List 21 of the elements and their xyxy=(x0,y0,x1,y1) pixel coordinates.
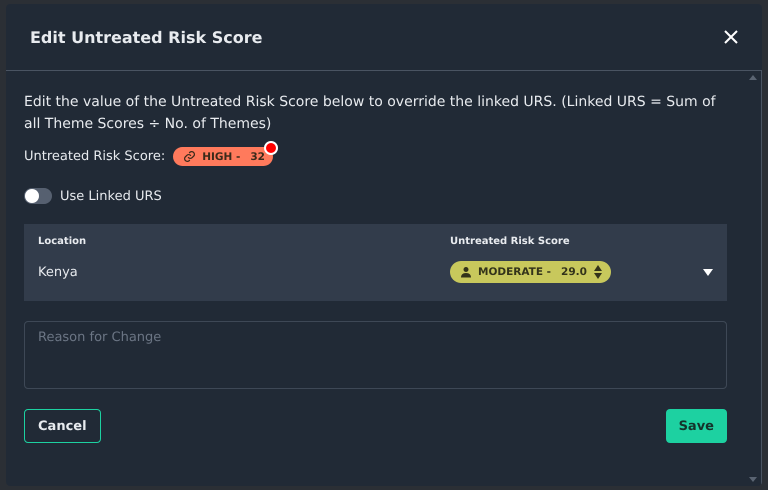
risk-score: 29.0 xyxy=(561,266,587,278)
link-icon xyxy=(183,150,196,163)
cancel-button[interactable]: Cancel xyxy=(24,409,101,443)
score-label: Untreated Risk Score: xyxy=(24,149,166,164)
dialog-title: Edit Untreated Risk Score xyxy=(30,28,262,46)
risk-level: HIGH - xyxy=(202,150,240,162)
scroll-down-icon[interactable] xyxy=(749,477,757,482)
reason-field[interactable]: Reason for Change xyxy=(24,321,727,389)
column-header: Untreated Risk Score xyxy=(450,236,571,247)
expand-icon[interactable] xyxy=(703,268,713,276)
toggle-label: Use Linked URS xyxy=(60,188,162,204)
person-icon xyxy=(460,266,472,278)
description-text: Edit the value of the Untreated Risk Score below to override the linked URS. (Linked URS = Sum of all Theme Scores ÷ No. of Themes) xyxy=(24,93,717,134)
risk-score: 32 xyxy=(250,150,265,162)
save-button[interactable]: Save xyxy=(666,409,727,443)
scroll-up-icon[interactable] xyxy=(749,75,757,80)
risk-level: MODERATE - xyxy=(478,266,552,278)
column-header: Location xyxy=(38,236,88,247)
toggle-switch[interactable] xyxy=(24,188,52,204)
stepper-icon[interactable] xyxy=(592,264,603,280)
location-cell-text: Kenya xyxy=(38,264,79,280)
